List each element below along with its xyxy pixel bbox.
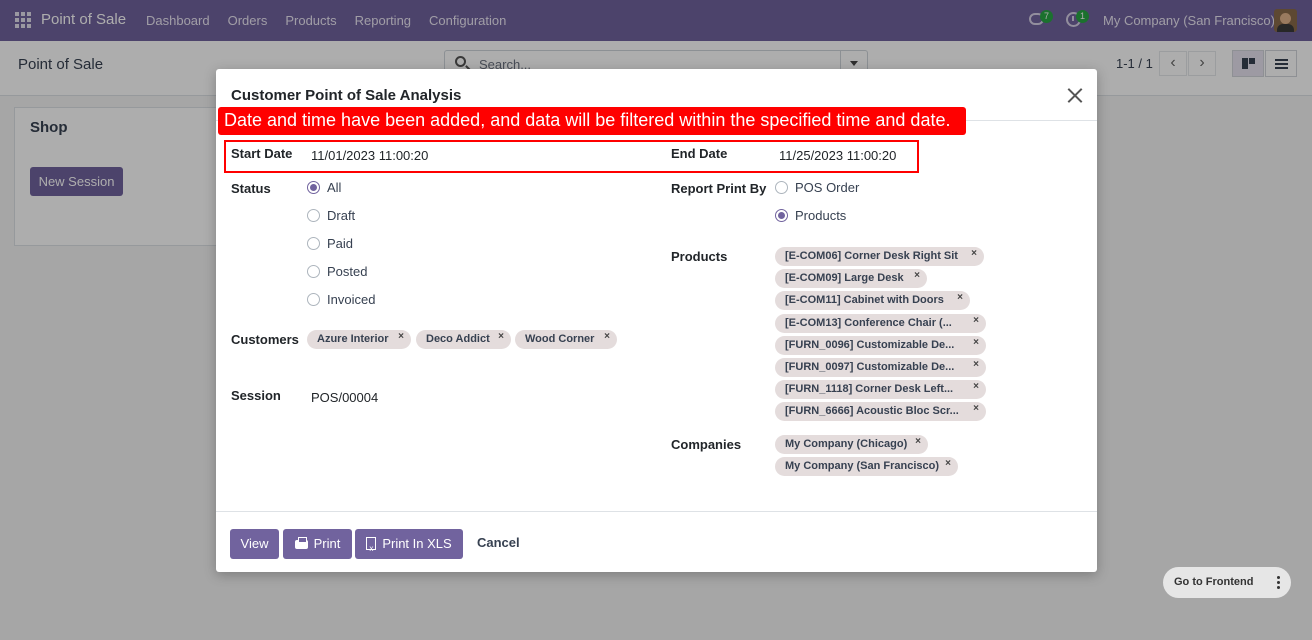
company-tag: My Company (San Francisco) ×: [775, 457, 958, 476]
tag-label: [E-COM11] Cabinet with Doors: [785, 294, 944, 306]
session-label: Session: [231, 388, 281, 403]
status-option-label: All: [327, 180, 342, 195]
remove-tag-icon[interactable]: ×: [973, 315, 979, 326]
report-radio-pos-order[interactable]: POS Order: [775, 180, 859, 195]
print-button[interactable]: Print: [283, 529, 352, 559]
radio-checked-icon: [307, 181, 320, 194]
annotation-callout: Date and time have been added, and data …: [218, 107, 966, 135]
customer-tag: Deco Addict ×: [416, 330, 511, 349]
tag-label: [FURN_0097] Customizable De...: [785, 361, 955, 373]
tag-label: [E-COM13] Conference Chair (...: [785, 317, 952, 329]
tag-label: [FURN_6666] Acoustic Bloc Scr...: [785, 405, 959, 417]
status-option-label: Paid: [327, 236, 354, 251]
remove-tag-icon[interactable]: ×: [398, 331, 404, 342]
tag-label: My Company (Chicago): [785, 438, 908, 450]
product-tag: [FURN_1118] Corner Desk Left... ×: [775, 380, 986, 399]
date-highlight-box: [224, 140, 919, 173]
go-to-frontend-label: Go to Frontend: [1174, 576, 1254, 588]
radio-unchecked-icon: [775, 181, 788, 194]
status-radio-invoiced[interactable]: Invoiced: [307, 292, 375, 307]
status-option-label: Invoiced: [327, 292, 376, 307]
tag-label: Wood Corner: [525, 333, 595, 345]
remove-tag-icon[interactable]: ×: [914, 270, 920, 281]
tag-label: My Company (San Francisco): [785, 460, 940, 472]
status-option-label: Draft: [327, 208, 356, 223]
products-label: Products: [671, 249, 728, 264]
close-icon[interactable]: [1067, 87, 1083, 103]
excel-file-icon: [366, 534, 377, 564]
companies-label: Companies: [671, 437, 742, 452]
session-field[interactable]: POS/00004: [311, 390, 378, 405]
printer-icon: [294, 537, 308, 549]
radio-unchecked-icon: [307, 209, 320, 222]
remove-tag-icon[interactable]: ×: [973, 403, 979, 414]
product-tag: [E-COM06] Corner Desk Right Sit ×: [775, 247, 984, 266]
tag-label: Azure Interior: [317, 333, 389, 345]
radio-unchecked-icon: [307, 265, 320, 278]
view-button[interactable]: View: [230, 529, 279, 559]
product-tag: [E-COM13] Conference Chair (... ×: [775, 314, 986, 333]
print-xls-button-label: Print In XLS: [382, 536, 452, 551]
status-radio-draft[interactable]: Draft: [307, 208, 355, 223]
company-tag: My Company (Chicago) ×: [775, 435, 928, 454]
remove-tag-icon[interactable]: ×: [971, 248, 977, 259]
report-print-by-label: Report Print By: [671, 181, 767, 196]
dialog-title: Customer Point of Sale Analysis: [231, 87, 462, 104]
remove-tag-icon[interactable]: ×: [604, 331, 610, 342]
product-tag: [E-COM09] Large Desk ×: [775, 269, 927, 288]
kebab-menu-icon[interactable]: [1277, 576, 1280, 589]
status-option-label: Posted: [327, 264, 368, 279]
product-tag: [E-COM11] Cabinet with Doors ×: [775, 291, 970, 310]
report-option-label: Products: [795, 208, 847, 223]
radio-unchecked-icon: [307, 293, 320, 306]
cancel-button[interactable]: Cancel: [477, 535, 520, 550]
status-radio-all[interactable]: All: [307, 180, 341, 195]
tag-label: [FURN_0096] Customizable De...: [785, 339, 955, 351]
tag-label: Deco Addict: [426, 333, 490, 345]
customer-tag: Wood Corner ×: [515, 330, 617, 349]
report-radio-products[interactable]: Products: [775, 208, 846, 223]
product-tag: [FURN_6666] Acoustic Bloc Scr... ×: [775, 402, 986, 421]
tag-label: [FURN_1118] Corner Desk Left...: [785, 383, 954, 395]
report-option-label: POS Order: [795, 180, 860, 195]
dialog-footer: View Print Print In XLS Cancel: [216, 511, 1097, 572]
remove-tag-icon[interactable]: ×: [915, 436, 921, 447]
remove-tag-icon[interactable]: ×: [945, 458, 951, 469]
go-to-frontend-button[interactable]: Go to Frontend: [1163, 567, 1291, 598]
tag-label: [E-COM06] Corner Desk Right Sit: [785, 250, 958, 262]
remove-tag-icon[interactable]: ×: [957, 292, 963, 303]
customers-label: Customers: [231, 332, 299, 347]
status-label: Status: [231, 181, 271, 196]
customer-tag: Azure Interior ×: [307, 330, 411, 349]
print-xls-button[interactable]: Print In XLS: [355, 529, 463, 564]
status-radio-paid[interactable]: Paid: [307, 236, 353, 251]
radio-unchecked-icon: [307, 237, 320, 250]
remove-tag-icon[interactable]: ×: [973, 359, 979, 370]
product-tag: [FURN_0097] Customizable De... ×: [775, 358, 986, 377]
tag-label: [E-COM09] Large Desk: [785, 272, 904, 284]
radio-checked-icon: [775, 209, 788, 222]
remove-tag-icon[interactable]: ×: [973, 381, 979, 392]
product-tag: [FURN_0096] Customizable De... ×: [775, 336, 986, 355]
remove-tag-icon[interactable]: ×: [973, 337, 979, 348]
remove-tag-icon[interactable]: ×: [498, 331, 504, 342]
status-radio-posted[interactable]: Posted: [307, 264, 367, 279]
print-button-label: Print: [313, 536, 341, 551]
